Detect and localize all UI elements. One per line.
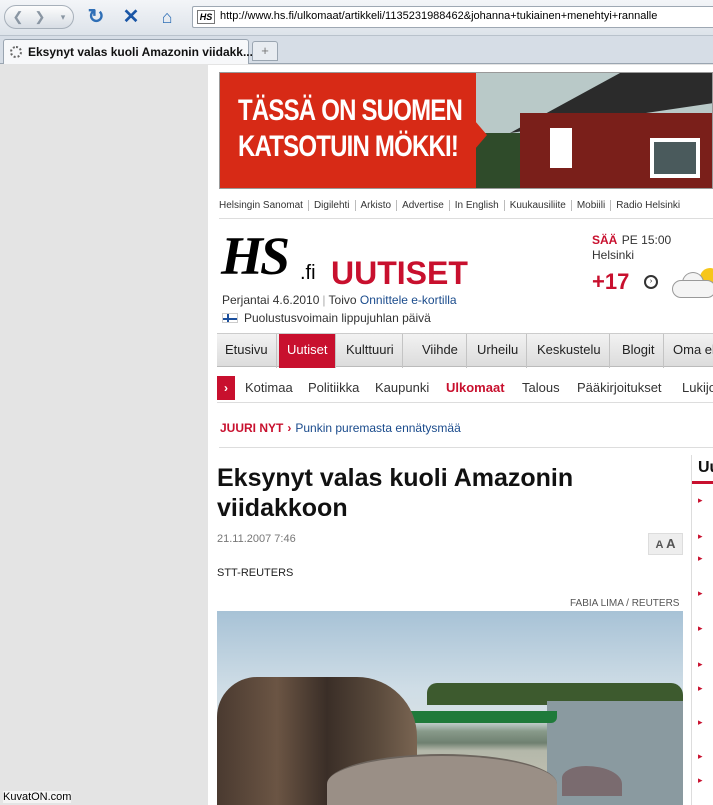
tab-strip: Eksynyt valas kuoli Amazonin viidakk... … bbox=[0, 36, 713, 64]
breaking-link[interactable]: Punkin puremasta ennätysmää bbox=[295, 421, 460, 435]
sub-nav-item[interactable]: Kotimaa bbox=[245, 380, 293, 395]
finnish-flag-icon bbox=[222, 313, 238, 323]
weather-time: PE 15:00 bbox=[621, 233, 672, 247]
name-day: Toivo bbox=[328, 293, 357, 307]
sidebar-bullet-icon[interactable]: ▸ bbox=[698, 553, 713, 567]
forward-button[interactable]: ❯ bbox=[30, 8, 50, 26]
top-link[interactable]: Helsingin Sanomat bbox=[219, 200, 308, 211]
back-button[interactable]: ❮ bbox=[8, 8, 28, 26]
nav-item[interactable]: Urheilu bbox=[469, 334, 528, 368]
sub-nav-item[interactable]: Talous bbox=[522, 380, 560, 395]
site-favicon: HS bbox=[197, 10, 215, 24]
top-link[interactable]: Radio Helsinki bbox=[610, 200, 686, 211]
banner-headline: TÄSSÄ ON SUOMEN KATSOTUIN MÖKKI! bbox=[238, 93, 463, 165]
sidebar-bullet-icon[interactable]: ▸ bbox=[698, 495, 713, 509]
sidebar-bullet-icon[interactable]: ▸ bbox=[698, 588, 713, 602]
top-link[interactable]: In English bbox=[448, 200, 504, 211]
top-link[interactable]: Mobiili bbox=[570, 200, 611, 211]
top-link[interactable]: Arkisto bbox=[354, 200, 397, 211]
nav-item-active[interactable]: Uutiset bbox=[279, 334, 337, 368]
weather-city: Helsinki bbox=[592, 248, 635, 262]
home-icon[interactable]: ⌂ bbox=[155, 6, 179, 28]
tab-title: Eksynyt valas kuoli Amazonin viidakk... bbox=[28, 45, 253, 59]
ecard-link[interactable]: Onnittele e-kortilla bbox=[360, 293, 457, 307]
sidebar-bullet-icon[interactable]: ▸ bbox=[698, 683, 713, 697]
browser-toolbar: ❮ ❯ ▾ ↻ ✕ ⌂ HS http://www.hs.fi/ulkomaat… bbox=[0, 0, 713, 36]
nav-item[interactable]: Etusivu bbox=[217, 334, 277, 368]
address-bar[interactable]: HS http://www.hs.fi/ulkomaat/artikkeli/1… bbox=[192, 6, 713, 28]
article-photo bbox=[217, 611, 683, 805]
logo-fi: .fi bbox=[300, 262, 316, 284]
chevron-right-icon: › bbox=[217, 376, 235, 400]
sub-nav-item[interactable]: Politiikka bbox=[308, 380, 359, 395]
sub-nav: › Kotimaa Politiikka Kaupunki Ulkomaat T… bbox=[217, 373, 713, 403]
stop-icon[interactable]: ✕ bbox=[119, 6, 143, 28]
flag-day-line: Puolustusvoimain lippujuhlan päivä bbox=[222, 311, 431, 325]
sidebar-heading: Uu bbox=[698, 459, 713, 476]
sidebar-bullet-icon[interactable]: ▸ bbox=[698, 659, 713, 673]
breaking-news: JUURI NYT › Punkin puremasta ennätysmää bbox=[220, 421, 461, 435]
back-forward-group: ❮ ❯ ▾ bbox=[4, 5, 74, 29]
flag-day-text: Puolustusvoimain lippujuhlan päivä bbox=[244, 311, 431, 325]
wind-icon: › bbox=[644, 275, 658, 289]
photo-credit: FABIA LIMA / REUTERS bbox=[570, 598, 680, 609]
font-large-button[interactable]: A bbox=[666, 536, 675, 551]
sidebar-bullet-icon[interactable]: ▸ bbox=[698, 531, 713, 545]
sub-nav-item-active[interactable]: Ulkomaat bbox=[446, 380, 505, 395]
sidebar-bullet-icon[interactable]: ▸ bbox=[698, 623, 713, 637]
sidebar-bullet-icon[interactable]: ▸ bbox=[698, 751, 713, 765]
watermark: KuvatON.com bbox=[3, 791, 72, 803]
tab-active[interactable]: Eksynyt valas kuoli Amazonin viidakk... bbox=[3, 39, 253, 64]
nav-item[interactable]: Oma elämä bbox=[665, 334, 713, 368]
divider bbox=[219, 218, 713, 219]
top-link[interactable]: Advertise bbox=[396, 200, 449, 211]
top-link[interactable]: Kuukausiliite bbox=[503, 200, 571, 211]
weather-widget[interactable]: SÄÄ PE 15:00 Helsinki +17 › bbox=[592, 231, 713, 301]
breaking-label: JUURI NYT bbox=[220, 421, 284, 435]
hs-logo[interactable]: HS bbox=[221, 228, 290, 284]
current-date: Perjantai 4.6.2010 bbox=[222, 293, 320, 307]
sidebar-bullet-icon[interactable]: ▸ bbox=[698, 775, 713, 789]
loading-spinner-icon bbox=[10, 46, 22, 58]
sidebar-accent bbox=[692, 481, 713, 484]
top-link[interactable]: Digilehti bbox=[307, 200, 355, 211]
web-page: TÄSSÄ ON SUOMEN KATSOTUIN MÖKKI! Helsing… bbox=[208, 65, 713, 805]
nav-item[interactable]: Viihde bbox=[414, 334, 467, 368]
section-title[interactable]: UUTISET bbox=[331, 255, 468, 292]
history-dropdown-icon[interactable]: ▾ bbox=[53, 8, 73, 26]
sub-nav-item[interactable]: Pääkirjoitukset bbox=[577, 380, 662, 395]
banner-line-1: TÄSSÄ ON SUOMEN bbox=[238, 94, 463, 127]
nav-item[interactable]: Kulttuuri bbox=[338, 334, 403, 368]
new-tab-button[interactable]: + bbox=[252, 41, 278, 61]
chevron-right-icon: › bbox=[287, 421, 292, 435]
article-headline: Eksynyt valas kuoli Amazonin viidakkoon bbox=[217, 464, 574, 522]
dateline: Perjantai 4.6.2010 | Toivo Onnittele e-kor… bbox=[222, 293, 457, 307]
banner-arrow-icon bbox=[475, 121, 487, 149]
nav-item[interactable]: Keskustelu bbox=[529, 334, 610, 368]
article-date: 21.11.2007 7:46 bbox=[217, 533, 296, 545]
weather-label: SÄÄ bbox=[592, 233, 618, 247]
divider bbox=[219, 447, 713, 448]
sidebar-bullet-icon[interactable]: ▸ bbox=[698, 717, 713, 731]
banner-line-2: KATSOTUIN MÖKKI! bbox=[238, 130, 459, 163]
top-links: Helsingin Sanomat Digilehti Arkisto Adverti… bbox=[219, 200, 686, 214]
weather-temp: +17 bbox=[592, 269, 630, 294]
screenshot-root: ❮ ❯ ▾ ↻ ✕ ⌂ HS http://www.hs.fi/ulkomaat… bbox=[0, 0, 713, 805]
main-nav: Etusivu Uutiset Kulttuuri Viihde Urheilu… bbox=[217, 333, 713, 368]
sub-nav-item[interactable]: Kaupunki bbox=[375, 380, 429, 395]
sidebar-partial: Uu ▸ ▸ ▸ ▸ ▸ ▸ ▸ ▸ ▸ ▸ bbox=[691, 455, 713, 805]
article-source: STT-REUTERS bbox=[217, 567, 294, 579]
nav-item[interactable]: Blogit bbox=[614, 334, 664, 368]
font-size-toggle[interactable]: A A bbox=[648, 533, 683, 555]
sub-nav-item[interactable]: Lukijoilta bbox=[682, 380, 713, 395]
url-text[interactable]: http://www.hs.fi/ulkomaat/artikkeli/1135… bbox=[220, 10, 657, 22]
font-small-button[interactable]: A bbox=[656, 539, 664, 551]
reload-icon[interactable]: ↻ bbox=[84, 6, 108, 28]
partly-cloudy-icon bbox=[668, 268, 713, 298]
ad-banner[interactable]: TÄSSÄ ON SUOMEN KATSOTUIN MÖKKI! bbox=[219, 72, 713, 189]
